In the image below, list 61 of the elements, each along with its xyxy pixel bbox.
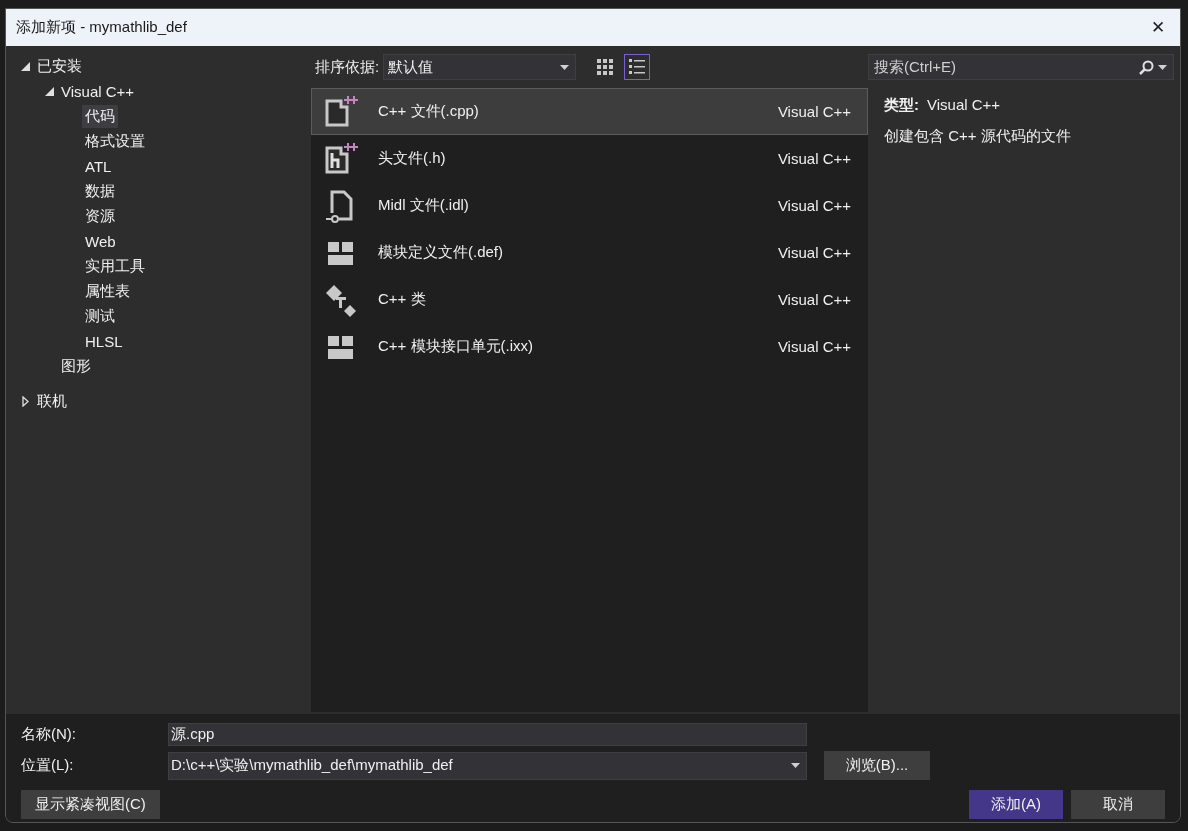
list-icon[interactable] <box>629 59 646 75</box>
header-file-icon <box>324 141 358 176</box>
location-label: 位置(L): <box>21 756 75 775</box>
expanded-triangle-icon[interactable] <box>20 62 30 71</box>
tree-item[interactable]: 联机 <box>34 390 70 413</box>
tree-item[interactable]: ATL <box>82 156 115 177</box>
expanded-triangle-icon[interactable] <box>44 87 54 96</box>
template-type: Visual C++ <box>777 244 851 261</box>
template-name: C++ 类 <box>378 290 427 309</box>
add-button[interactable]: 添加(A) <box>969 790 1063 819</box>
compact-view-button[interactable]: 显示紧凑视图(C) <box>21 790 160 819</box>
tree-item[interactable]: 资源 <box>82 205 118 228</box>
tree-item[interactable]: 图形 <box>58 355 94 378</box>
search-field[interactable]: 搜索(Ctrl+E) <box>868 54 1174 80</box>
cancel-button[interactable]: 取消 <box>1071 790 1165 819</box>
tree-item[interactable]: 代码 <box>82 105 118 128</box>
class-icon <box>324 282 358 317</box>
tree-item[interactable]: 已安装 <box>34 55 85 78</box>
name-label: 名称(N): <box>21 725 77 744</box>
tree-item[interactable]: 数据 <box>82 180 118 203</box>
collapsed-triangle-icon[interactable] <box>21 396 29 407</box>
template-row[interactable]: C++ 模块接口单元(.ixx) Visual C++ <box>311 323 868 370</box>
search-icon[interactable] <box>1139 59 1154 75</box>
template-type: Visual C++ <box>777 291 851 308</box>
template-row[interactable]: C++ 文件(.cpp) Visual C++ <box>311 88 868 135</box>
file-plus-icon <box>324 94 358 129</box>
type-value: Visual C++ <box>927 96 1001 113</box>
tree-item[interactable]: 实用工具 <box>82 255 148 278</box>
browse-button[interactable]: 浏览(B)... <box>824 751 930 780</box>
list-view-button[interactable] <box>624 54 651 80</box>
dropdown-caret-icon[interactable] <box>560 64 570 70</box>
close-button[interactable]: ✕ <box>1136 9 1180 46</box>
template-row[interactable]: Midl 文件(.idl) Visual C++ <box>311 182 868 229</box>
grid-icon[interactable] <box>597 59 614 75</box>
template-name: 模块定义文件(.def) <box>378 243 504 262</box>
tree-item[interactable]: 测试 <box>82 305 118 328</box>
template-name: C++ 文件(.cpp) <box>378 102 480 121</box>
template-name: C++ 模块接口单元(.ixx) <box>378 337 534 356</box>
template-type: Visual C++ <box>777 103 851 120</box>
template-row[interactable]: 模块定义文件(.def) Visual C++ <box>311 229 868 276</box>
dropdown-caret-icon[interactable] <box>791 763 800 768</box>
template-row[interactable]: 头文件(.h) Visual C++ <box>311 135 868 182</box>
window-title: 添加新项 - mymathlib_def <box>16 18 187 37</box>
type-label: 类型: <box>884 96 919 113</box>
tree-item[interactable]: 格式设置 <box>82 130 148 153</box>
tree-item[interactable]: 属性表 <box>82 280 133 303</box>
template-name: 头文件(.h) <box>378 149 447 168</box>
sort-dropdown[interactable]: 默认值 <box>383 54 577 80</box>
template-type: Visual C++ <box>777 338 851 355</box>
tree-item[interactable]: HLSL <box>82 331 126 352</box>
template-type: Visual C++ <box>777 150 851 167</box>
template-type: Visual C++ <box>777 197 851 214</box>
template-row[interactable]: C++ 类 Visual C++ <box>311 276 868 323</box>
tree-item[interactable]: Visual C++ <box>58 81 138 102</box>
location-field[interactable]: D:\c++\实验\mymathlib_def\mymathlib_def <box>168 751 807 780</box>
name-field[interactable]: 源.cpp <box>168 723 807 746</box>
template-name: Midl 文件(.idl) <box>378 196 470 215</box>
dropdown-caret-icon[interactable] <box>1158 64 1167 70</box>
description-text: 创建包含 C++ 源代码的文件 <box>884 127 1072 146</box>
sort-label: 排序依据: <box>315 57 380 77</box>
tree-item[interactable]: Web <box>82 231 119 252</box>
